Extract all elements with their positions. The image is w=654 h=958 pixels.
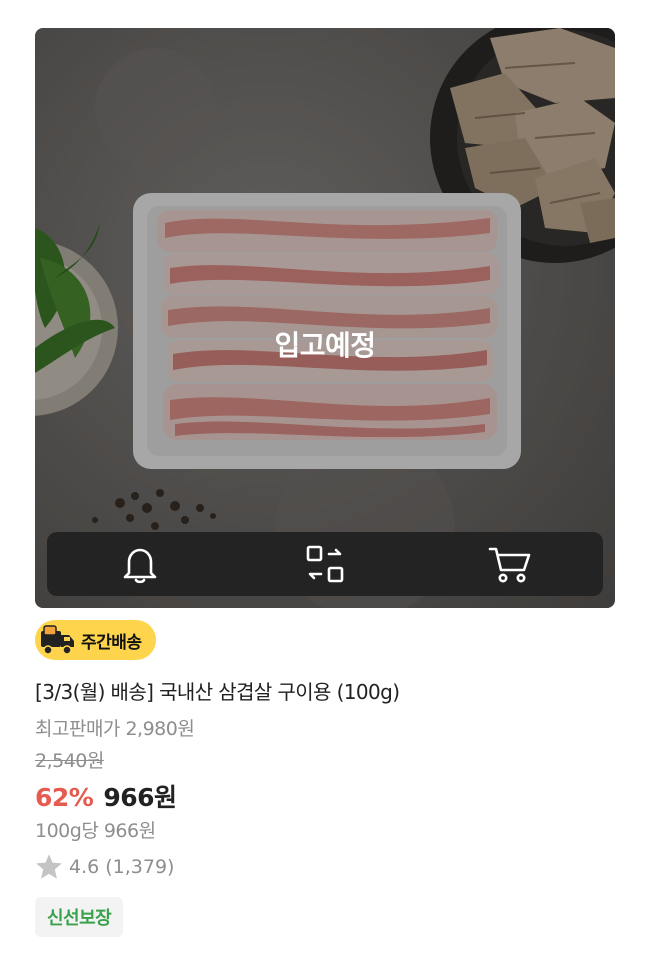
delivery-badge-label: 주간배송	[81, 632, 142, 653]
compare-button[interactable]	[295, 534, 355, 594]
bell-icon	[123, 548, 156, 584]
discount-rate: 62%	[35, 783, 94, 812]
notify-button[interactable]	[110, 534, 170, 594]
rating: 4.6 (1,379)	[35, 853, 174, 880]
cart-icon	[489, 547, 531, 583]
rating-value: 4.6 (1,379)	[69, 855, 175, 878]
delivery-truck-icon	[41, 625, 74, 655]
action-bar	[47, 532, 603, 596]
product-image[interactable]: 입고예정	[35, 28, 615, 608]
original-price: 2,540원	[35, 750, 104, 772]
product-card[interactable]: 입고예정 주간배송 [3/3(월) 배송] 국내산 삼겹살 구이용 (100g)…	[0, 0, 654, 958]
sale-price: 966원	[103, 783, 177, 812]
status-overlay-label: 입고예정	[274, 329, 376, 362]
weekly-delivery-badge: 주간배송	[35, 620, 156, 660]
unit-price: 100g당 966원	[35, 820, 156, 842]
compare-icon	[306, 545, 344, 583]
product-title[interactable]: [3/3(월) 배송] 국내산 삼겹살 구이용 (100g)	[35, 676, 625, 705]
price-row: 62% 966원	[35, 778, 177, 814]
image-dim-overlay	[35, 28, 615, 608]
freshness-guarantee-badge: 신선보장	[35, 897, 124, 937]
highest-price: 최고판매가 2,980원	[35, 718, 195, 740]
add-to-cart-button[interactable]	[480, 534, 540, 594]
star-icon	[36, 854, 62, 879]
